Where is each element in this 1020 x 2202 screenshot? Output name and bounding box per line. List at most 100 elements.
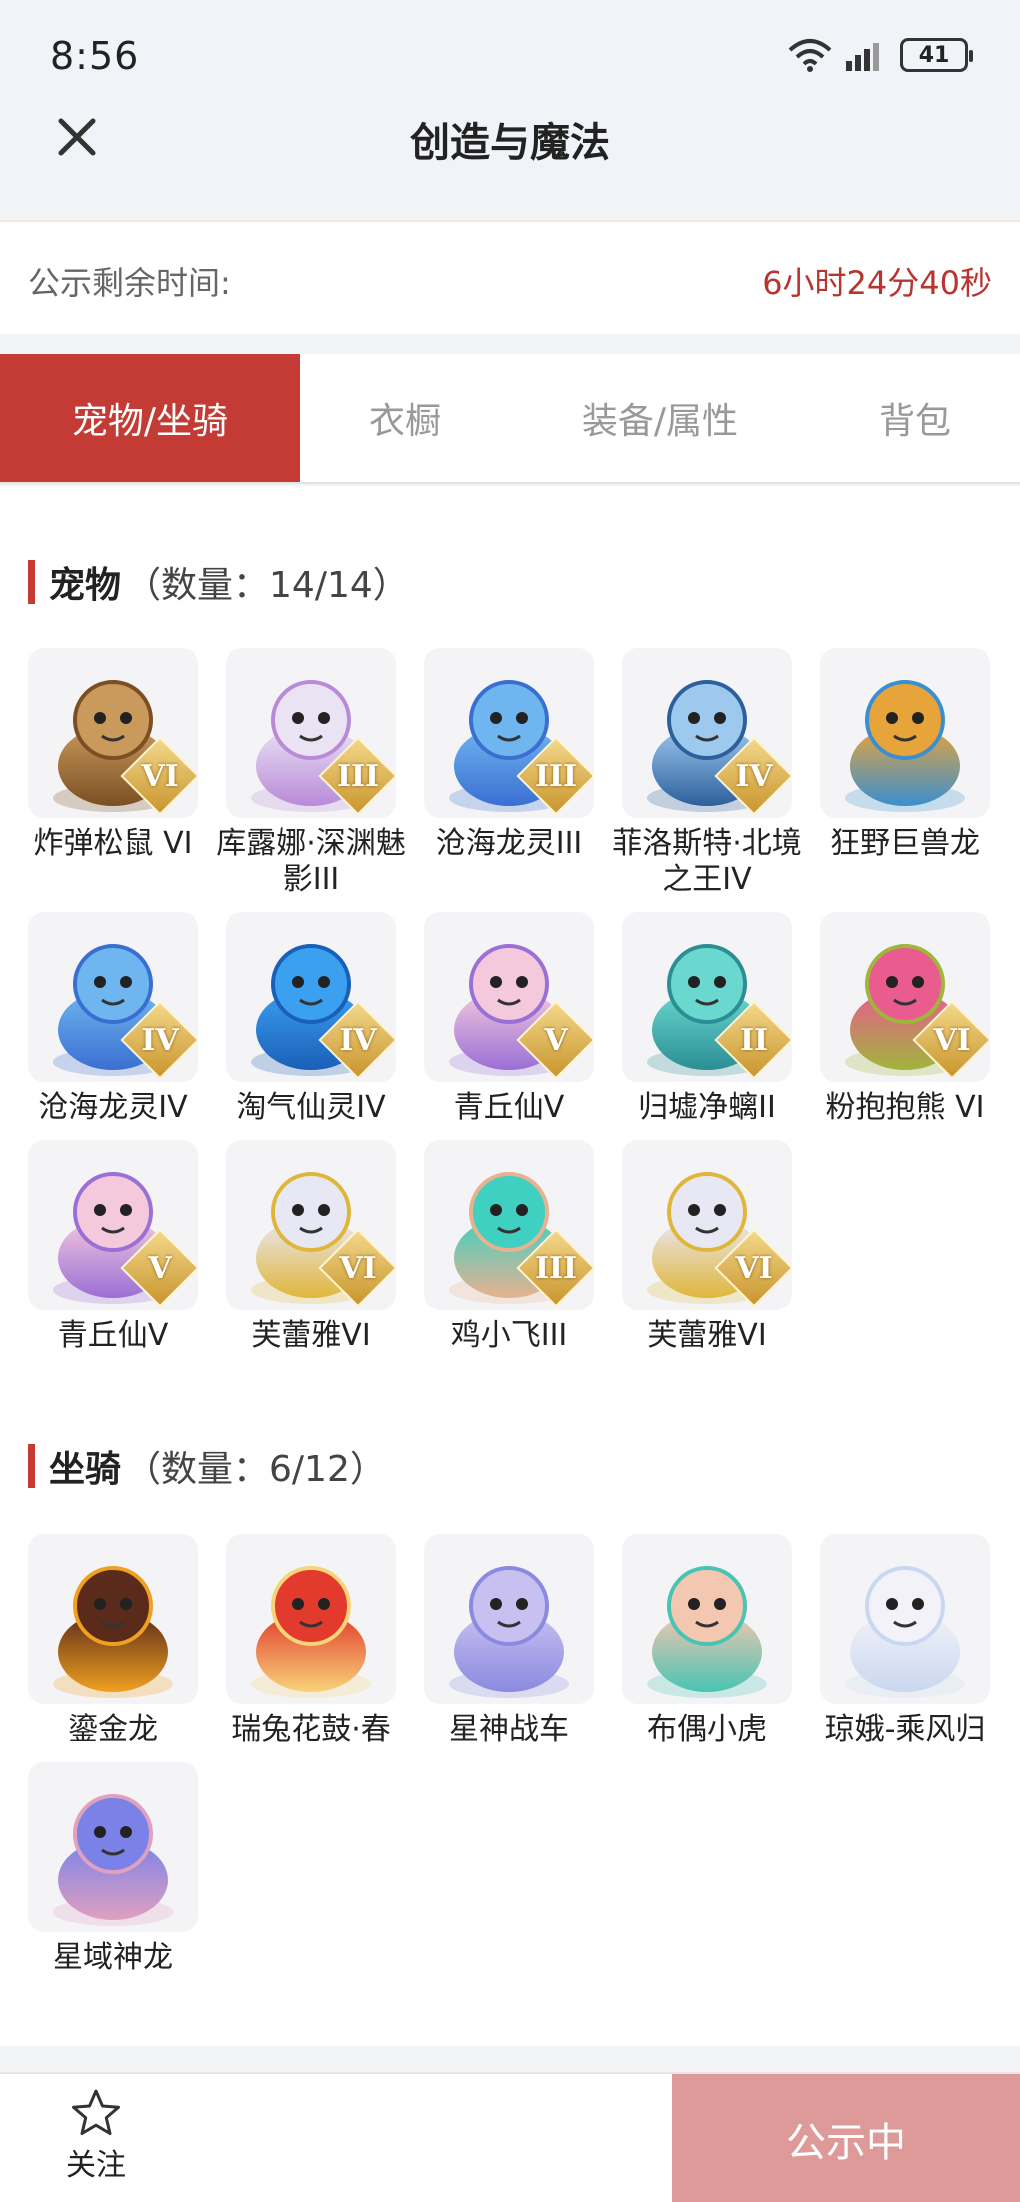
item-name: 星神战车 bbox=[449, 1712, 569, 1747]
pets-item[interactable]: IV 淘气仙灵IV bbox=[226, 912, 396, 1126]
mounts-item[interactable]: 瑞兔花鼓·春 bbox=[226, 1534, 396, 1748]
battery-indicator: 41 bbox=[900, 38, 973, 72]
section-marker bbox=[28, 1444, 35, 1488]
item-name: 粉抱抱熊 VI bbox=[825, 1090, 985, 1125]
category-tabs: 宠物/坐骑 衣橱 装备/属性 背包 bbox=[0, 354, 1020, 484]
pets-item[interactable]: III 鸡小飞III bbox=[424, 1140, 594, 1354]
mounts-grid: 鎏金龙 瑞兔花鼓·春 星神战车 布偶小虎 琼娥-乘风归 星域神龙 bbox=[28, 1534, 990, 1976]
pets-section-title: 宠物 （数量：14/14） bbox=[28, 556, 409, 608]
pets-item[interactable]: VI 芙蕾雅VI bbox=[226, 1140, 396, 1354]
publicity-status-button[interactable]: 公示中 bbox=[672, 2074, 1020, 2202]
rank-label: III bbox=[534, 1250, 578, 1286]
item-thumbnail bbox=[820, 1534, 990, 1704]
rank-label: VI bbox=[933, 1022, 971, 1058]
item-name: 青丘仙V bbox=[453, 1090, 565, 1125]
pets-item[interactable]: II 归墟净螭II bbox=[622, 912, 792, 1126]
rank-label: VI bbox=[735, 1250, 773, 1286]
pets-item[interactable]: VI 芙蕾雅VI bbox=[622, 1140, 792, 1354]
mounts-title: 坐骑 bbox=[49, 1449, 122, 1490]
rank-label: III bbox=[336, 758, 380, 794]
item-name: 菲洛斯特·北境之王IV bbox=[612, 826, 802, 897]
star-icon bbox=[72, 2089, 120, 2135]
item-thumbnail: VI bbox=[820, 912, 990, 1082]
item-thumbnail: V bbox=[28, 1140, 198, 1310]
tab-backpack[interactable]: 背包 bbox=[810, 354, 1020, 482]
mounts-item[interactable]: 鎏金龙 bbox=[28, 1534, 198, 1748]
tab-pets-mounts[interactable]: 宠物/坐骑 bbox=[0, 354, 300, 482]
item-thumbnail: II bbox=[622, 912, 792, 1082]
pets-item[interactable]: IV 菲洛斯特·北境之王IV bbox=[612, 648, 802, 898]
item-name: 炸弹松鼠 VI bbox=[33, 826, 193, 861]
countdown-label: 公示剩余时间: bbox=[28, 264, 231, 302]
countdown-bar: 公示剩余时间: 6小时24分40秒 bbox=[0, 220, 1020, 334]
item-thumbnail: IV bbox=[622, 648, 792, 818]
mounts-item[interactable]: 布偶小虎 bbox=[622, 1534, 792, 1748]
wifi-icon bbox=[788, 39, 832, 72]
pets-title: 宠物 bbox=[49, 565, 122, 606]
pets-item[interactable]: III 沧海龙灵III bbox=[424, 648, 594, 898]
pets-item[interactable]: III 库露娜·深渊魅影III bbox=[216, 648, 406, 898]
pets-count: （数量：14/14） bbox=[125, 565, 409, 606]
follow-button[interactable]: 关注 bbox=[56, 2088, 136, 2184]
moon-lady-icon bbox=[845, 1566, 965, 1698]
item-thumbnail: III bbox=[424, 1140, 594, 1310]
item-thumbnail: III bbox=[424, 648, 594, 818]
mounts-item[interactable]: 星神战车 bbox=[424, 1534, 594, 1748]
pets-item[interactable]: V 青丘仙V bbox=[424, 912, 594, 1126]
item-thumbnail bbox=[622, 1534, 792, 1704]
item-name: 星域神龙 bbox=[53, 1940, 173, 1975]
item-name: 归墟净螭II bbox=[638, 1090, 776, 1125]
rank-label: IV bbox=[141, 1022, 179, 1058]
item-thumbnail bbox=[820, 648, 990, 818]
bottom-bar: 关注 公示中 bbox=[0, 2072, 1020, 2202]
item-name: 芙蕾雅VI bbox=[647, 1318, 767, 1353]
star-chariot-icon bbox=[449, 1566, 569, 1698]
item-name: 库露娜·深渊魅影III bbox=[216, 826, 406, 897]
pets-item[interactable]: 狂野巨兽龙 bbox=[820, 648, 990, 898]
rank-label: V bbox=[148, 1250, 172, 1286]
gold-dragon-icon bbox=[53, 1566, 173, 1698]
item-thumbnail: III bbox=[226, 648, 396, 818]
wild-dragon-icon bbox=[845, 680, 965, 812]
item-name: 芙蕾雅VI bbox=[251, 1318, 371, 1353]
item-name: 青丘仙V bbox=[57, 1318, 169, 1353]
rabbit-drum-icon bbox=[251, 1566, 371, 1698]
item-name: 布偶小虎 bbox=[647, 1712, 767, 1747]
item-thumbnail: VI bbox=[28, 648, 198, 818]
section-marker bbox=[28, 560, 35, 604]
item-name: 瑞兔花鼓·春 bbox=[231, 1712, 391, 1747]
countdown-value: 6小时24分40秒 bbox=[762, 264, 992, 302]
pets-item[interactable]: V 青丘仙V bbox=[28, 1140, 198, 1354]
item-thumbnail bbox=[226, 1534, 396, 1704]
rank-label: IV bbox=[339, 1022, 377, 1058]
item-thumbnail: IV bbox=[226, 912, 396, 1082]
rank-label: II bbox=[739, 1022, 769, 1058]
toy-tiger-icon bbox=[647, 1566, 767, 1698]
app-header: 8:56 41 创造与魔法 bbox=[0, 0, 1020, 204]
item-name: 琼娥-乘风归 bbox=[824, 1712, 986, 1747]
pets-item[interactable]: IV 沧海龙灵IV bbox=[28, 912, 198, 1126]
item-thumbnail bbox=[28, 1762, 198, 1932]
rank-label: III bbox=[534, 758, 578, 794]
item-thumbnail bbox=[28, 1534, 198, 1704]
rank-label: VI bbox=[339, 1250, 377, 1286]
rank-label: VI bbox=[141, 758, 179, 794]
status-time: 8:56 bbox=[50, 34, 140, 78]
follow-label: 关注 bbox=[66, 2148, 126, 2183]
rank-label: V bbox=[544, 1022, 568, 1058]
status-icons: 41 bbox=[788, 38, 973, 72]
pets-grid: VI 炸弹松鼠 VI III 库露娜·深渊魅影III III 沧海龙灵III IV 菲洛… bbox=[28, 648, 990, 1354]
item-name: 狂野巨兽龙 bbox=[830, 826, 980, 861]
pets-item[interactable]: VI 粉抱抱熊 VI bbox=[820, 912, 990, 1126]
pets-item[interactable]: VI 炸弹松鼠 VI bbox=[28, 648, 198, 898]
tab-equipment[interactable]: 装备/属性 bbox=[510, 354, 810, 482]
mounts-count: （数量：6/12） bbox=[125, 1449, 386, 1490]
page-title: 创造与魔法 bbox=[410, 120, 610, 166]
tab-wardrobe[interactable]: 衣橱 bbox=[300, 354, 510, 482]
item-name: 鎏金龙 bbox=[68, 1712, 158, 1747]
item-thumbnail bbox=[424, 1534, 594, 1704]
mounts-section-title: 坐骑 （数量：6/12） bbox=[28, 1440, 386, 1492]
item-name: 沧海龙灵III bbox=[435, 826, 583, 861]
mounts-item[interactable]: 琼娥-乘风归 bbox=[820, 1534, 990, 1748]
mounts-item[interactable]: 星域神龙 bbox=[28, 1762, 198, 1976]
